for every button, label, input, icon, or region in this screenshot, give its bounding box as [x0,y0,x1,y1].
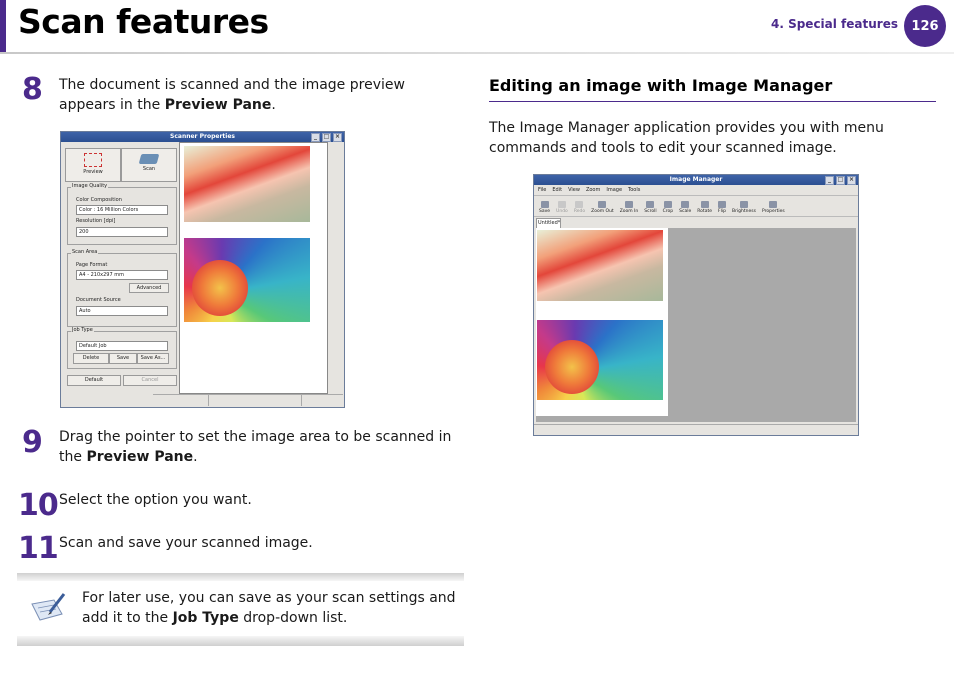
job-type-select[interactable]: Default Job [76,341,168,351]
scroll-icon [646,201,655,208]
header-accent-bar [0,0,6,52]
scan-button[interactable]: Scan [121,148,177,182]
step-number-8: 8 [22,72,43,107]
flip-icon [717,201,726,208]
save-button[interactable]: Save [109,353,137,364]
crop-icon [663,201,672,208]
toolbar-zoom-out[interactable]: Zoom Out [588,196,617,216]
toolbar-crop[interactable]: Crop [660,196,677,216]
rotate-icon [700,201,709,208]
toolbar-scroll[interactable]: Scroll [641,196,659,216]
menu-zoom[interactable]: Zoom [586,185,600,195]
scanner-properties-screenshot: Scanner Properties _ □ × Preview Scan Imag… [60,131,345,408]
note-icon [28,590,68,626]
scale-icon [681,201,690,208]
page-format-select[interactable]: A4 - 210x297 mm [76,270,168,280]
note-bottom-border [17,636,464,646]
section-heading-rule [489,101,936,102]
step-11-text: Scan and save your scanned image. [59,535,313,551]
image-manager-screenshot: Image Manager _ □ × File Edit View Zoom Im… [533,174,859,436]
redo-icon [575,201,584,208]
page-number-badge: 126 [904,5,946,47]
image-manager-menubar: File Edit View Zoom Image Tools [534,185,858,195]
preview-image-flower-closeup [184,238,310,322]
menu-edit[interactable]: Edit [552,185,562,195]
toolbar-zoom-in[interactable]: Zoom In [617,196,642,216]
menu-tools[interactable]: Tools [628,185,640,195]
step-10-text: Select the option you want. [59,492,252,508]
advanced-button[interactable]: Advanced [129,283,169,293]
minimize-icon: _ [825,176,834,185]
toolbar-scale[interactable]: Scale [676,196,694,216]
step-number-11: 11 [18,531,59,566]
page-title: Scan features [18,2,269,41]
document-source-select[interactable]: Auto [76,306,168,316]
step-8-text: The document is scanned and the image pr… [59,77,405,113]
chapter-label: 4. Special features [770,17,898,31]
toolbar-undo[interactable]: Undo [553,196,571,216]
step-number-10: 10 [18,488,59,523]
image-manager-titlebar: Image Manager _ □ × [534,175,858,185]
maximize-icon: □ [322,133,331,142]
color-composition-select[interactable]: Color : 16 Million Colors [76,205,168,215]
save-as-button[interactable]: Save As... [137,353,169,364]
image-manager-toolbar: Save Undo Redo Zoom Out Zoom In Scroll C… [534,195,858,217]
preview-pane[interactable] [179,142,328,394]
scanner-icon [138,154,160,164]
image-manager-status-bar [534,424,858,435]
step-9-text: Drag the pointer to set the image area t… [59,429,452,465]
zoom-in-icon [624,201,633,208]
canvas-image-flower-closeup [537,320,663,400]
preview-image-flowers-cat [184,146,310,222]
menu-image[interactable]: Image [606,185,622,195]
header-divider [0,52,954,54]
close-icon: × [847,176,856,185]
zoom-out-icon [598,201,607,208]
resolution-select[interactable]: 200 [76,227,168,237]
note-top-border [17,573,464,581]
toolbar-flip[interactable]: Flip [715,196,729,216]
scanner-status-bar [153,394,343,406]
maximize-icon: □ [836,176,845,185]
toolbar-save[interactable]: Save [536,196,553,216]
close-icon: × [333,133,342,142]
cancel-button[interactable]: Cancel [123,375,177,386]
image-canvas-area[interactable] [536,228,856,422]
minimize-icon: _ [311,133,320,142]
undo-icon [557,201,566,208]
step-number-9: 9 [22,425,43,460]
default-button[interactable]: Default [67,375,121,386]
preview-button[interactable]: Preview [65,148,121,182]
note-text: For later use, you can save as your scan… [82,590,456,626]
section-heading: Editing an image with Image Manager [489,76,833,95]
toolbar-redo[interactable]: Redo [571,196,588,216]
preview-icon [84,153,102,167]
toolbar-properties[interactable]: Properties [759,196,788,216]
toolbar-rotate[interactable]: Rotate [694,196,715,216]
scanner-window-titlebar: Scanner Properties _ □ × [61,132,344,142]
delete-button[interactable]: Delete [73,353,109,364]
image-page [536,228,668,416]
save-icon [540,201,549,208]
section-body: The Image Manager application provides y… [489,120,884,156]
menu-view[interactable]: View [568,185,580,195]
properties-icon [769,201,778,208]
canvas-image-flowers-cat [537,230,663,301]
brightness-icon [739,201,748,208]
menu-file[interactable]: File [538,185,546,195]
toolbar-brightness[interactable]: Brightness [729,196,759,216]
